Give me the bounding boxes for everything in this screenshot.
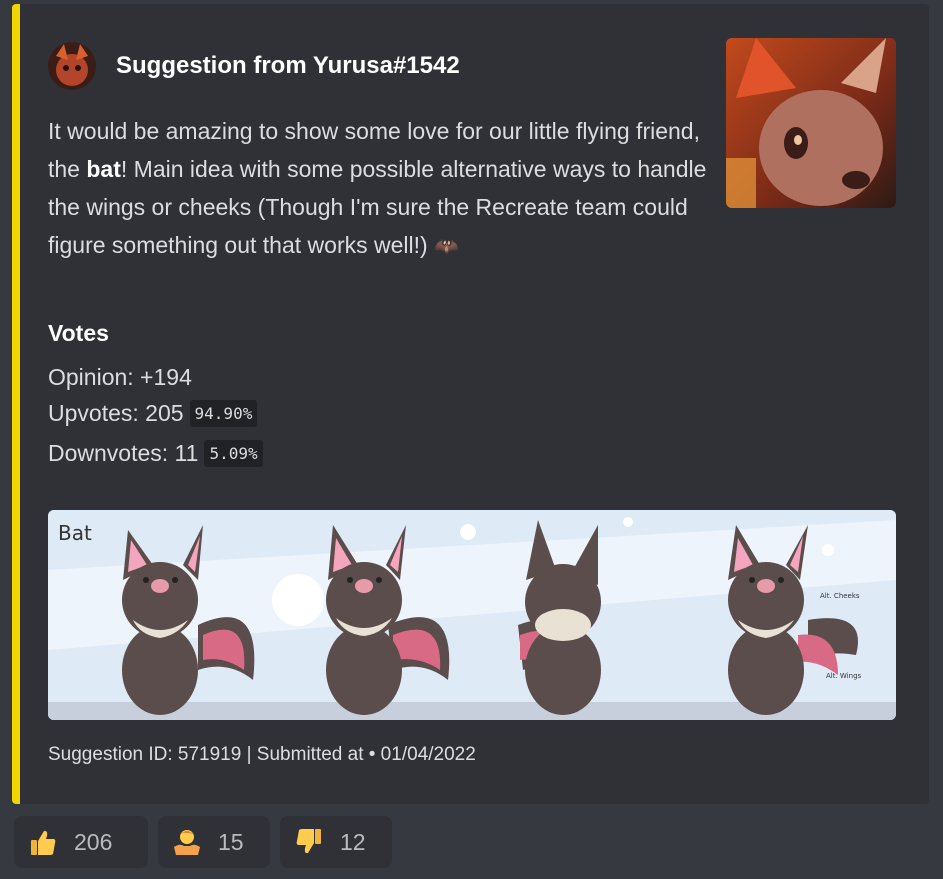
embed-accent-bar bbox=[12, 4, 20, 804]
person-shrugging-icon bbox=[172, 826, 202, 858]
downvotes-line: Downvotes: 11 5.09% bbox=[48, 440, 263, 467]
image-bat-label: Bat bbox=[58, 521, 92, 545]
opinion-line: Opinion: +194 bbox=[48, 364, 192, 391]
description-bold-bat: bat bbox=[86, 156, 121, 182]
reaction-thumbs-up[interactable]: 206 bbox=[14, 816, 148, 868]
author-avatar[interactable] bbox=[48, 42, 96, 90]
upvotes-text: Upvotes: 205 bbox=[48, 400, 184, 426]
downvotes-percentage: 5.09% bbox=[204, 440, 263, 467]
embed-image[interactable]: Bat Alt. Cheeks Alt. Wings bbox=[48, 510, 896, 720]
downvotes-text: Downvotes: 11 bbox=[48, 440, 199, 466]
reaction-thumbs-down[interactable]: 12 bbox=[280, 816, 392, 868]
embed-footer: Suggestion ID: 571919 | Submitted at • 0… bbox=[48, 744, 476, 765]
image-annotation-cheeks: Alt. Cheeks bbox=[820, 592, 860, 600]
author-name[interactable]: Suggestion from Yurusa#1542 bbox=[116, 52, 460, 80]
upvotes-line: Upvotes: 205 94.90% bbox=[48, 400, 258, 427]
opinion-text: Opinion: +194 bbox=[48, 364, 192, 390]
embed-author: Suggestion from Yurusa#1542 bbox=[48, 42, 460, 90]
embed-description: It would be amazing to show some love fo… bbox=[48, 112, 708, 266]
suggestion-embed: Suggestion from Yurusa#1542 It would be … bbox=[12, 4, 929, 804]
thumbs-down-icon bbox=[294, 826, 324, 858]
reaction-count-shrug: 15 bbox=[218, 828, 244, 855]
description-text-2: ! Main idea with some possible alternati… bbox=[48, 156, 707, 258]
upvotes-percentage: 94.90% bbox=[189, 400, 258, 427]
embed-thumbnail[interactable] bbox=[726, 38, 896, 208]
votes-heading: Votes bbox=[48, 320, 109, 346]
reactions-bar: 206 15 12 bbox=[14, 816, 392, 868]
reaction-count-thumbs-down: 12 bbox=[340, 828, 366, 855]
bat-emoji-icon: 🦇 bbox=[434, 236, 459, 258]
reaction-count-thumbs-up: 206 bbox=[74, 828, 113, 855]
image-annotation-wings: Alt. Wings bbox=[826, 672, 862, 680]
reaction-shrug[interactable]: 15 bbox=[158, 816, 270, 868]
thumbs-up-icon bbox=[28, 826, 58, 858]
